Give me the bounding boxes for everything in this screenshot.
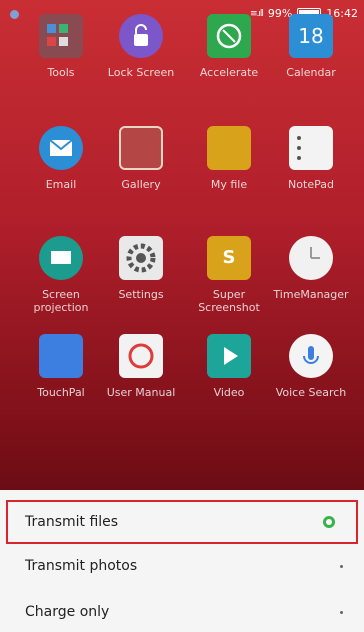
- app-gallery[interactable]: Gallery: [96, 126, 186, 191]
- radio-selected-icon[interactable]: [323, 516, 335, 528]
- option-charge-only[interactable]: Charge only: [0, 592, 364, 632]
- app-super-screenshot[interactable]: S Super Screenshot: [184, 236, 274, 314]
- screenshot-icon: S: [207, 236, 251, 280]
- app-accelerate[interactable]: Accelerate: [184, 14, 274, 79]
- app-my-file[interactable]: My file: [184, 126, 274, 191]
- radio-unselected-icon[interactable]: [340, 564, 343, 568]
- lock-icon: [119, 14, 163, 58]
- app-lock-screen[interactable]: Lock Screen: [96, 14, 186, 79]
- settings-icon: [119, 236, 163, 280]
- email-icon: [39, 126, 83, 170]
- app-label: Screen projection: [33, 288, 89, 314]
- app-label: Accelerate: [199, 66, 259, 79]
- app-touchpal[interactable]: TouchPal: [16, 334, 106, 399]
- app-label: Voice Search: [275, 386, 347, 399]
- app-label: Gallery: [121, 178, 161, 191]
- app-video[interactable]: Video: [184, 334, 274, 399]
- app-timemanager[interactable]: TimeManager: [266, 236, 356, 301]
- clock-icon: [289, 236, 333, 280]
- app-email[interactable]: Email: [16, 126, 106, 191]
- option-label: Transmit photos: [25, 558, 138, 574]
- gallery-icon: [119, 126, 163, 170]
- app-label: Lock Screen: [107, 66, 175, 79]
- app-label: Email: [45, 178, 77, 191]
- folder-icon: [39, 14, 83, 58]
- app-user-manual[interactable]: User Manual: [96, 334, 186, 399]
- app-screen-projection[interactable]: Screen projection: [16, 236, 106, 314]
- accelerate-icon: [207, 14, 251, 58]
- file-icon: [207, 126, 251, 170]
- app-label: Calendar: [286, 66, 336, 79]
- option-transmit-files[interactable]: Transmit files: [6, 500, 358, 544]
- option-label: Charge only: [25, 604, 110, 620]
- app-label: TimeManager: [273, 288, 349, 301]
- app-label: TouchPal: [37, 386, 85, 399]
- option-label: Transmit files: [25, 514, 119, 530]
- home-screen: ≡.ıll 99% 16:42 Tools Lock Screen Accele…: [0, 0, 364, 632]
- app-voice-search[interactable]: Voice Search: [266, 334, 356, 399]
- app-label: Video: [213, 386, 245, 399]
- app-tools[interactable]: Tools: [16, 14, 106, 79]
- app-label: NotePad: [288, 178, 334, 191]
- calendar-icon: 18: [289, 14, 333, 58]
- app-label: Tools: [47, 66, 75, 79]
- touchpal-icon: [39, 334, 83, 378]
- app-label: User Manual: [106, 386, 176, 399]
- radio-unselected-icon[interactable]: [340, 610, 343, 614]
- screen-projection-icon: [39, 236, 83, 280]
- video-icon: [207, 334, 251, 378]
- app-label: My file: [210, 178, 248, 191]
- app-calendar[interactable]: 18 Calendar: [266, 14, 356, 79]
- app-label: Super Screenshot: [198, 288, 260, 314]
- app-notepad[interactable]: NotePad: [266, 126, 356, 191]
- option-transmit-photos[interactable]: Transmit photos: [0, 546, 364, 586]
- mic-icon: [289, 334, 333, 378]
- notepad-icon: [289, 126, 333, 170]
- app-label: Settings: [118, 288, 164, 301]
- manual-icon: [119, 334, 163, 378]
- usb-mode-sheet: Transmit files Transmit photos Charge on…: [0, 490, 364, 632]
- app-settings[interactable]: Settings: [96, 236, 186, 301]
